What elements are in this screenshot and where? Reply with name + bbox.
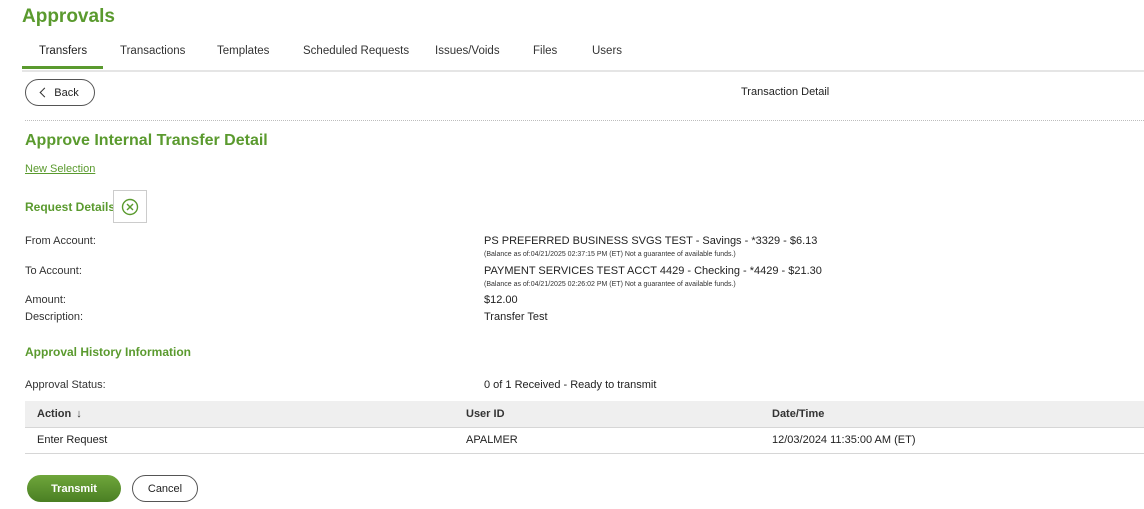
approval-status-label: Approval Status: — [25, 379, 106, 391]
tab-templates[interactable]: Templates — [217, 45, 269, 57]
transmit-button[interactable]: Transmit — [27, 475, 121, 502]
new-selection-link[interactable]: New Selection — [25, 163, 95, 175]
request-details-heading: Request Details — [25, 200, 116, 214]
chevron-left-icon — [39, 87, 50, 98]
divider — [25, 120, 1144, 121]
amount-value: $12.00 — [484, 294, 518, 306]
from-account-value: PS PREFERRED BUSINESS SVGS TEST - Saving… — [484, 235, 818, 247]
to-account-label: To Account: — [25, 265, 82, 277]
tab-bar: Transfers Transactions Templates Schedul… — [22, 40, 1144, 72]
arrow-down-icon: ↓ — [76, 408, 82, 420]
column-header-action[interactable]: Action ↓ — [37, 408, 82, 420]
page-title: Approvals — [22, 6, 115, 27]
circle-x-icon — [121, 198, 139, 215]
tab-scheduled-requests[interactable]: Scheduled Requests — [303, 45, 409, 57]
tab-users[interactable]: Users — [592, 45, 622, 57]
detail-title: Approve Internal Transfer Detail — [25, 132, 268, 149]
row-datetime: 12/03/2024 11:35:00 AM (ET) — [772, 434, 916, 446]
description-label: Description: — [25, 311, 84, 323]
tab-files[interactable]: Files — [533, 45, 557, 57]
column-header-action-label: Action — [37, 408, 72, 420]
from-balance-note: (Balance as of:04/21/2025 02:37:15 PM (E… — [484, 251, 736, 258]
from-account-label: From Account: — [25, 235, 96, 247]
description-value: Transfer Test — [484, 311, 548, 323]
table-row: Enter Request APALMER 12/03/2024 11:35:0… — [25, 428, 1144, 454]
to-account-value: PAYMENT SERVICES TEST ACCT 4429 - Checki… — [484, 265, 822, 277]
tab-transactions[interactable]: Transactions — [120, 45, 185, 57]
tab-transfers[interactable]: Transfers — [39, 45, 87, 57]
approval-status-value: 0 of 1 Received - Ready to transmit — [484, 379, 657, 391]
column-header-datetime: Date/Time — [772, 408, 825, 420]
tab-issues-voids[interactable]: Issues/Voids — [435, 45, 500, 57]
cancel-button[interactable]: Cancel — [132, 475, 198, 502]
to-balance-note: (Balance as of:04/21/2025 02:26:02 PM (E… — [484, 281, 736, 288]
back-button-label: Back — [54, 86, 79, 99]
column-header-user-id: User ID — [466, 408, 505, 420]
history-table-header: Action ↓ User ID Date/Time — [25, 401, 1144, 428]
close-details-button[interactable] — [113, 190, 147, 223]
back-button[interactable]: Back — [25, 79, 95, 106]
amount-label: Amount: — [25, 294, 66, 306]
active-tab-indicator — [22, 66, 103, 69]
context-title: Transaction Detail — [741, 86, 830, 98]
row-user-id: APALMER — [466, 434, 518, 446]
row-action: Enter Request — [37, 434, 108, 446]
approval-history-heading: Approval History Information — [25, 345, 192, 359]
